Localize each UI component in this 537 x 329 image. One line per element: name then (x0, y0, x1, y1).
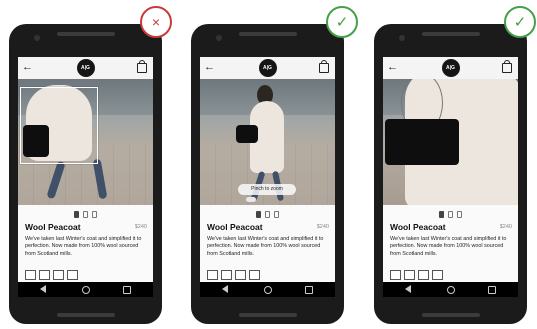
size-swatch[interactable] (418, 270, 429, 280)
page-dot[interactable] (274, 211, 279, 218)
product-photo[interactable] (18, 79, 153, 205)
page-dot[interactable] (457, 211, 462, 218)
photo-handbag (236, 125, 258, 143)
page-dot[interactable] (74, 211, 79, 218)
product-description: We've taken last Winter's coat and simpl… (207, 236, 324, 257)
speaker (238, 313, 297, 317)
brand-logo[interactable]: A|G (258, 59, 277, 77)
page-dot[interactable] (439, 211, 444, 218)
speaker (56, 313, 115, 317)
app-bar: ← A|G (18, 57, 153, 79)
product-photo[interactable] (383, 79, 518, 205)
page-indicator[interactable] (200, 211, 335, 218)
size-swatch[interactable] (25, 270, 36, 280)
product-price: $240 (134, 224, 147, 230)
page-dot[interactable] (92, 211, 97, 218)
back-arrow-icon[interactable]: ← (204, 60, 215, 74)
size-swatch[interactable] (67, 270, 78, 280)
phone-2: ← A|G Pinch to zoom Wool Peacoat $240 We… (191, 24, 344, 324)
size-swatch[interactable] (390, 270, 401, 280)
page-indicator[interactable] (18, 211, 153, 218)
phone-3: ← A|G Wool Peacoat $240 We've taken last… (374, 24, 527, 324)
back-arrow-icon[interactable]: ← (22, 60, 33, 74)
nav-recent-icon[interactable] (123, 286, 131, 294)
size-swatch[interactable] (432, 270, 443, 280)
product-price: $240 (499, 224, 512, 230)
app-bar: ← A|G (383, 57, 518, 79)
camera (399, 35, 405, 41)
back-arrow-icon[interactable]: ← (387, 60, 398, 74)
size-swatch[interactable] (221, 270, 232, 280)
system-nav-bar (18, 282, 153, 297)
size-options (390, 270, 446, 280)
nav-recent-icon[interactable] (488, 286, 496, 294)
product-price: $240 (316, 224, 329, 230)
phone-1: ← A|G Wool Peacoat $240 We've taken last… (9, 24, 162, 324)
cross-icon: × (140, 6, 172, 38)
check-icon: ✓ (326, 6, 358, 38)
speaker (421, 313, 480, 317)
product-title: Wool Peacoat (25, 222, 81, 232)
size-options (25, 270, 81, 280)
zoom-region (20, 87, 98, 164)
system-nav-bar (383, 282, 518, 297)
size-options (207, 270, 263, 280)
brand-logo[interactable]: A|G (76, 59, 95, 77)
shopping-bag-icon[interactable] (319, 60, 329, 73)
nav-home-icon[interactable] (263, 286, 272, 294)
nav-back-icon[interactable] (40, 285, 46, 293)
product-photo[interactable]: Pinch to zoom (200, 79, 335, 205)
size-swatch[interactable] (235, 270, 246, 280)
photo-shoe (246, 197, 256, 202)
size-swatch[interactable] (53, 270, 64, 280)
speaker (56, 32, 115, 36)
speaker (238, 32, 297, 36)
speaker (421, 32, 480, 36)
camera (34, 35, 40, 41)
page-dot[interactable] (448, 211, 453, 218)
nav-recent-icon[interactable] (305, 286, 313, 294)
screen: ← A|G Pinch to zoom Wool Peacoat $240 We… (200, 57, 335, 297)
product-title: Wool Peacoat (390, 222, 446, 232)
shopping-bag-icon[interactable] (137, 60, 147, 73)
screen: ← A|G Wool Peacoat $240 We've taken last… (18, 57, 153, 297)
nav-back-icon[interactable] (405, 285, 411, 293)
shopping-bag-icon[interactable] (502, 60, 512, 73)
nav-home-icon[interactable] (446, 286, 455, 294)
size-swatch[interactable] (207, 270, 218, 280)
pinch-to-zoom-hint: Pinch to zoom (238, 184, 296, 195)
brand-logo[interactable]: A|G (441, 59, 460, 77)
page-dot[interactable] (83, 211, 88, 218)
product-description: We've taken last Winter's coat and simpl… (390, 236, 507, 257)
product-title: Wool Peacoat (207, 222, 263, 232)
system-nav-bar (200, 282, 335, 297)
size-swatch[interactable] (39, 270, 50, 280)
camera (216, 35, 222, 41)
check-icon: ✓ (504, 6, 536, 38)
nav-back-icon[interactable] (222, 285, 228, 293)
screen: ← A|G Wool Peacoat $240 We've taken last… (383, 57, 518, 297)
page-dot[interactable] (265, 211, 270, 218)
product-description: We've taken last Winter's coat and simpl… (25, 236, 142, 257)
size-swatch[interactable] (249, 270, 260, 280)
page-indicator[interactable] (383, 211, 518, 218)
app-bar: ← A|G (200, 57, 335, 79)
page-dot[interactable] (256, 211, 261, 218)
nav-home-icon[interactable] (81, 286, 90, 294)
size-swatch[interactable] (404, 270, 415, 280)
photo-handbag (385, 119, 459, 165)
